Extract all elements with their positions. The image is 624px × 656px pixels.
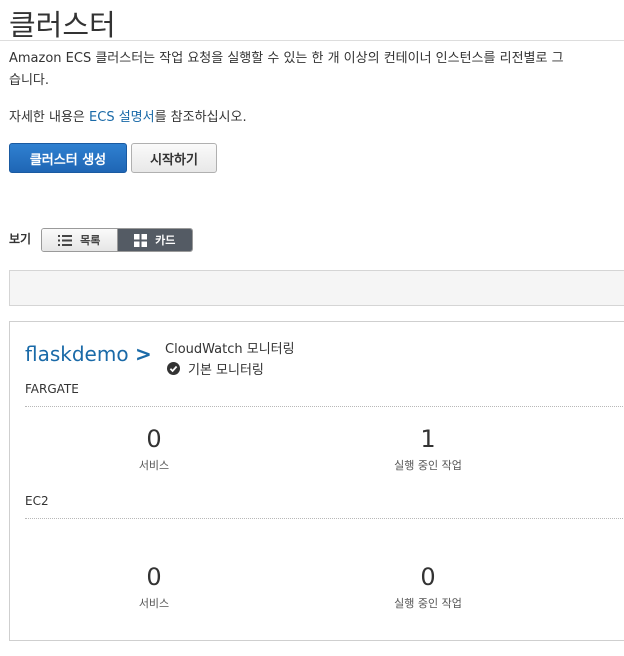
- cluster-name-link[interactable]: flaskdemo >: [25, 342, 152, 366]
- ec2-services-stat: 0 서비스: [74, 563, 234, 611]
- chevron-right-icon: >: [134, 342, 152, 366]
- page-title: 클러스터: [9, 8, 116, 42]
- fargate-running-label: 실행 중인 작업: [394, 459, 462, 472]
- ec2-divider: [25, 518, 624, 519]
- ec2-services-count: 0: [146, 563, 162, 591]
- create-cluster-button[interactable]: 클러스터 생성: [9, 143, 127, 173]
- ec2-label: EC2: [25, 494, 49, 508]
- intro-line-1: Amazon ECS 클러스터는 작업 요청을 실행할 수 있는 한 개 이상의…: [9, 51, 564, 66]
- ec2-services-label: 서비스: [138, 597, 170, 610]
- ec2-running-stat: 0 실행 중인 작업: [348, 563, 508, 611]
- get-started-button[interactable]: 시작하기: [131, 143, 217, 173]
- view-card-button[interactable]: 카드: [117, 229, 192, 251]
- cluster-name: flaskdemo: [25, 342, 129, 366]
- cloudwatch-title: CloudWatch 모니터링: [165, 342, 295, 357]
- intro-line-2: 습니다.: [9, 73, 50, 88]
- fargate-divider: [25, 406, 624, 407]
- fargate-running-stat: 1 실행 중인 작업: [348, 425, 508, 473]
- check-circle-icon: [167, 362, 180, 375]
- view-list-button[interactable]: 목록: [42, 229, 118, 251]
- ec2-running-count: 0: [420, 563, 436, 591]
- fargate-services-stat: 0 서비스: [74, 425, 234, 473]
- fargate-services-label: 서비스: [138, 459, 170, 472]
- ecs-docs-link[interactable]: ECS 설명서: [89, 110, 155, 125]
- filter-bar: [9, 270, 624, 306]
- intro-text: Amazon ECS 클러스터는 작업 요청을 실행할 수 있는 한 개 이상의…: [9, 48, 624, 92]
- fargate-services-count: 0: [146, 425, 162, 453]
- view-list-label: 목록: [80, 234, 101, 247]
- more-info-suffix: 를 참조하십시오.: [154, 110, 247, 125]
- fargate-label: FARGATE: [25, 382, 79, 396]
- view-toggle: 목록 카드: [41, 228, 193, 252]
- fargate-running-count: 1: [420, 425, 436, 453]
- monitoring-status-label: 기본 모니터링: [188, 363, 264, 378]
- monitoring-status: 기본 모니터링: [167, 359, 264, 378]
- list-icon: [58, 234, 73, 246]
- more-info-prefix: 자세한 내용은: [9, 110, 90, 125]
- cluster-card: flaskdemo > CloudWatch 모니터링 기본 모니터링 FARG…: [9, 321, 624, 641]
- view-card-label: 카드: [155, 234, 176, 247]
- grid-icon: [134, 233, 148, 247]
- ec2-running-label: 실행 중인 작업: [394, 597, 462, 610]
- view-label: 보기: [9, 232, 32, 246]
- more-info-text: 자세한 내용은 ECS 설명서를 참조하십시오.: [9, 106, 247, 125]
- title-divider: [0, 40, 624, 41]
